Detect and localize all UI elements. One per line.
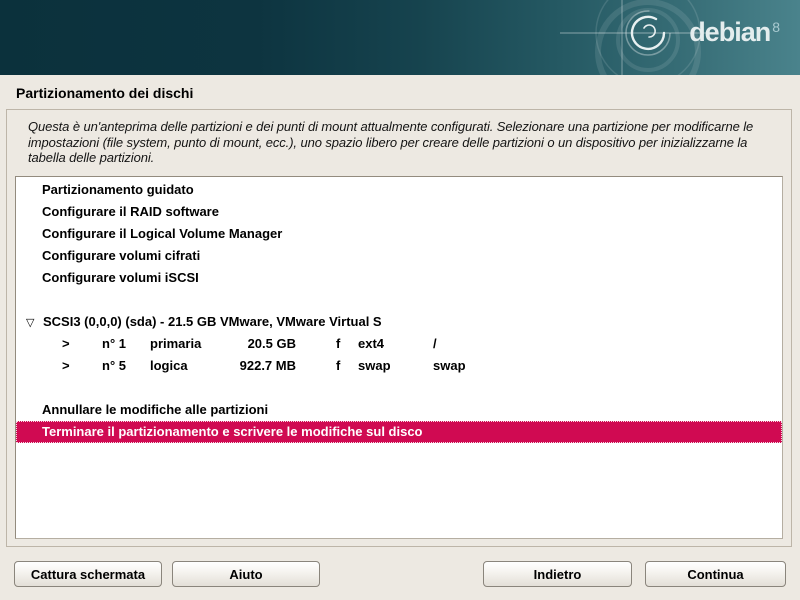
brand-logo-text: debian8 [689, 17, 780, 51]
partition-type: logica [150, 355, 188, 377]
partition-flag: f [336, 355, 340, 377]
list-item-finish-partitioning-selected[interactable]: Terminare il partizionamento e scrivere … [16, 421, 782, 443]
list-spacer [16, 377, 782, 399]
list-item-configure-lvm[interactable]: Configurare il Logical Volume Manager [16, 223, 782, 245]
partition-mountpoint: / [433, 333, 437, 355]
brand-version: 8 [772, 19, 780, 35]
list-item-guided-partitioning[interactable]: Partizionamento guidato [16, 179, 782, 201]
continue-button[interactable]: Continua [645, 561, 786, 587]
list-item-configure-encrypted[interactable]: Configurare volumi cifrati [16, 245, 782, 267]
partition-filesystem: ext4 [358, 333, 384, 355]
screenshot-button[interactable]: Cattura schermata [14, 561, 162, 587]
partition-number: n° 5 [102, 355, 126, 377]
banner: debian8 [0, 0, 800, 75]
disk-header-label: SCSI3 (0,0,0) (sda) - 21.5 GB VMware, VM… [43, 314, 382, 329]
page-title: Partizionamento dei dischi [16, 85, 193, 101]
back-button[interactable]: Indietro [483, 561, 632, 587]
list-item-undo-changes[interactable]: Annullare le modifiche alle partizioni [16, 399, 782, 421]
expander-triangle-icon[interactable]: ▽ [26, 312, 43, 334]
partition-type: primaria [150, 333, 201, 355]
partition-marker: > [62, 333, 70, 355]
brand-name: debian [689, 17, 770, 47]
partition-number: n° 1 [102, 333, 126, 355]
partition-row-5[interactable]: > n° 5 logica 922.7 MB f swap swap [16, 355, 782, 377]
list-spacer [16, 289, 782, 311]
list-item-configure-raid[interactable]: Configurare il RAID software [16, 201, 782, 223]
partition-row-1[interactable]: > n° 1 primaria 20.5 GB f ext4 / [16, 333, 782, 355]
partition-size: 20.5 GB [202, 333, 296, 355]
page-description: Questa è un'anteprima delle partizioni e… [28, 119, 776, 166]
disk-header-row[interactable]: ▽SCSI3 (0,0,0) (sda) - 21.5 GB VMware, V… [16, 311, 782, 333]
partition-marker: > [62, 355, 70, 377]
partition-flag: f [336, 333, 340, 355]
list-item-configure-iscsi[interactable]: Configurare volumi iSCSI [16, 267, 782, 289]
partition-size: 922.7 MB [202, 355, 296, 377]
partition-mountpoint: swap [433, 355, 466, 377]
partition-listbox[interactable]: Partizionamento guidato Configurare il R… [15, 176, 783, 539]
help-button[interactable]: Aiuto [172, 561, 320, 587]
partition-filesystem: swap [358, 355, 391, 377]
